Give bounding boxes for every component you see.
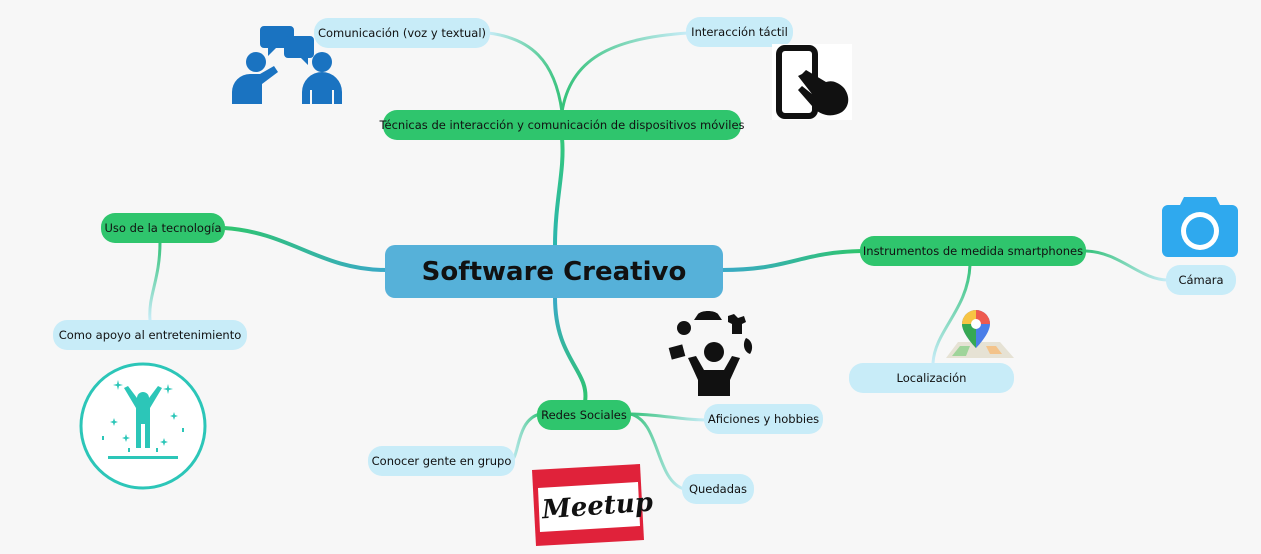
- branch-redes[interactable]: Redes Sociales: [537, 400, 631, 430]
- link-central-tecnicas: [553, 136, 565, 248]
- branch-instrumentos[interactable]: Instrumentos de medida smartphones: [860, 236, 1086, 266]
- phone-touch-icon: [772, 44, 852, 120]
- leaf-interaccion[interactable]: Interacción táctil: [686, 17, 793, 47]
- leaf-localizacion[interactable]: Localización: [849, 363, 1014, 393]
- central-node[interactable]: Software Creativo: [385, 245, 723, 298]
- leaf-quedadas[interactable]: Quedadas: [682, 474, 754, 504]
- link-uso-apoyo: [148, 240, 162, 322]
- link-redes-conocer: [508, 412, 542, 463]
- leaf-aficiones[interactable]: Aficiones y hobbies: [704, 404, 823, 434]
- leaf-camara[interactable]: Cámara: [1166, 265, 1236, 295]
- camera-icon: [1162, 197, 1238, 257]
- link-tecnicas-comunicacion: [486, 31, 564, 114]
- people-chat-icon: [232, 26, 342, 104]
- link-tecnicas-interaccion: [560, 31, 690, 114]
- branch-tecnicas[interactable]: Técnicas de interacción y comunicación d…: [379, 110, 745, 140]
- link-central-uso: [222, 226, 388, 272]
- meetup-logo: Meetup: [530, 462, 654, 546]
- juggler-icon: [668, 311, 753, 396]
- link-instrumentos-camara: [1084, 249, 1170, 282]
- branch-uso[interactable]: Uso de la tecnología: [101, 213, 225, 243]
- link-central-redes: [553, 295, 588, 404]
- link-central-instrumentos: [720, 249, 864, 272]
- map-pin-icon: [946, 310, 1014, 358]
- leaf-conocer[interactable]: Conocer gente en grupo: [368, 446, 515, 476]
- leaf-apoyo[interactable]: Como apoyo al entretenimiento: [53, 320, 247, 350]
- celebration-icon: [79, 362, 207, 490]
